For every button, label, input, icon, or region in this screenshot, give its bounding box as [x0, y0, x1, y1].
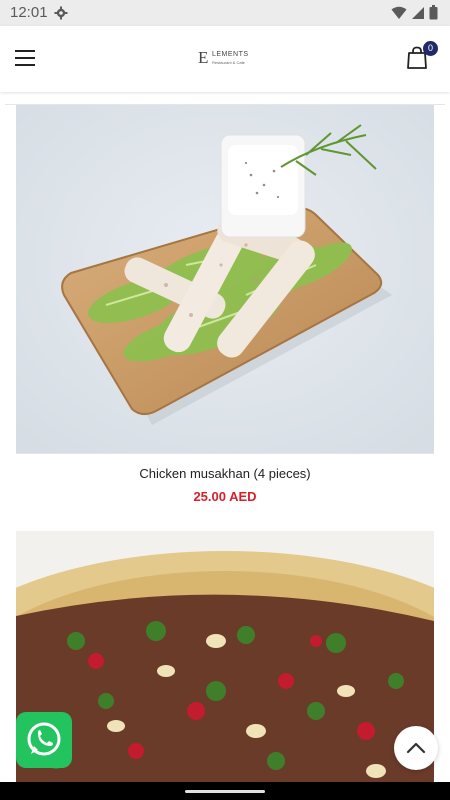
chicken-musakhan-photo	[16, 105, 434, 453]
scroll-to-top-button[interactable]	[394, 726, 438, 770]
status-icons	[391, 5, 438, 20]
whatsapp-icon	[27, 722, 61, 756]
gear-icon	[54, 6, 68, 20]
status-time: 12:01	[10, 4, 48, 21]
cart-button[interactable]: 0	[406, 41, 438, 72]
hamburger-menu-icon[interactable]	[15, 50, 35, 66]
logo-subtext: Restaurant & Cafe	[212, 60, 245, 65]
product-price: 25.00 AED	[193, 489, 257, 504]
home-gesture-handle[interactable]	[185, 790, 265, 793]
site-logo[interactable]: E LEMENTS Restaurant & Cafe	[198, 48, 258, 68]
site-header: E LEMENTS Restaurant & Cafe 0	[0, 26, 450, 92]
cart-count-badge: 0	[423, 41, 438, 56]
system-nav-bar	[0, 782, 450, 800]
logo-mark: E	[198, 48, 209, 67]
previous-card-edge	[5, 92, 445, 105]
product-image-hummus-meat[interactable]	[16, 531, 434, 800]
logo-text: LEMENTS	[212, 51, 249, 58]
product-image-chicken-musakhan[interactable]	[16, 105, 434, 454]
status-bar: 12:01	[0, 0, 450, 26]
battery-icon	[429, 5, 438, 20]
wifi-icon	[391, 6, 407, 19]
chevron-up-icon	[406, 742, 426, 754]
hummus-with-meat-photo	[16, 531, 434, 800]
whatsapp-button[interactable]	[16, 712, 72, 768]
product-name[interactable]: Chicken musakhan (4 pieces)	[0, 466, 450, 481]
signal-icon	[412, 6, 424, 19]
